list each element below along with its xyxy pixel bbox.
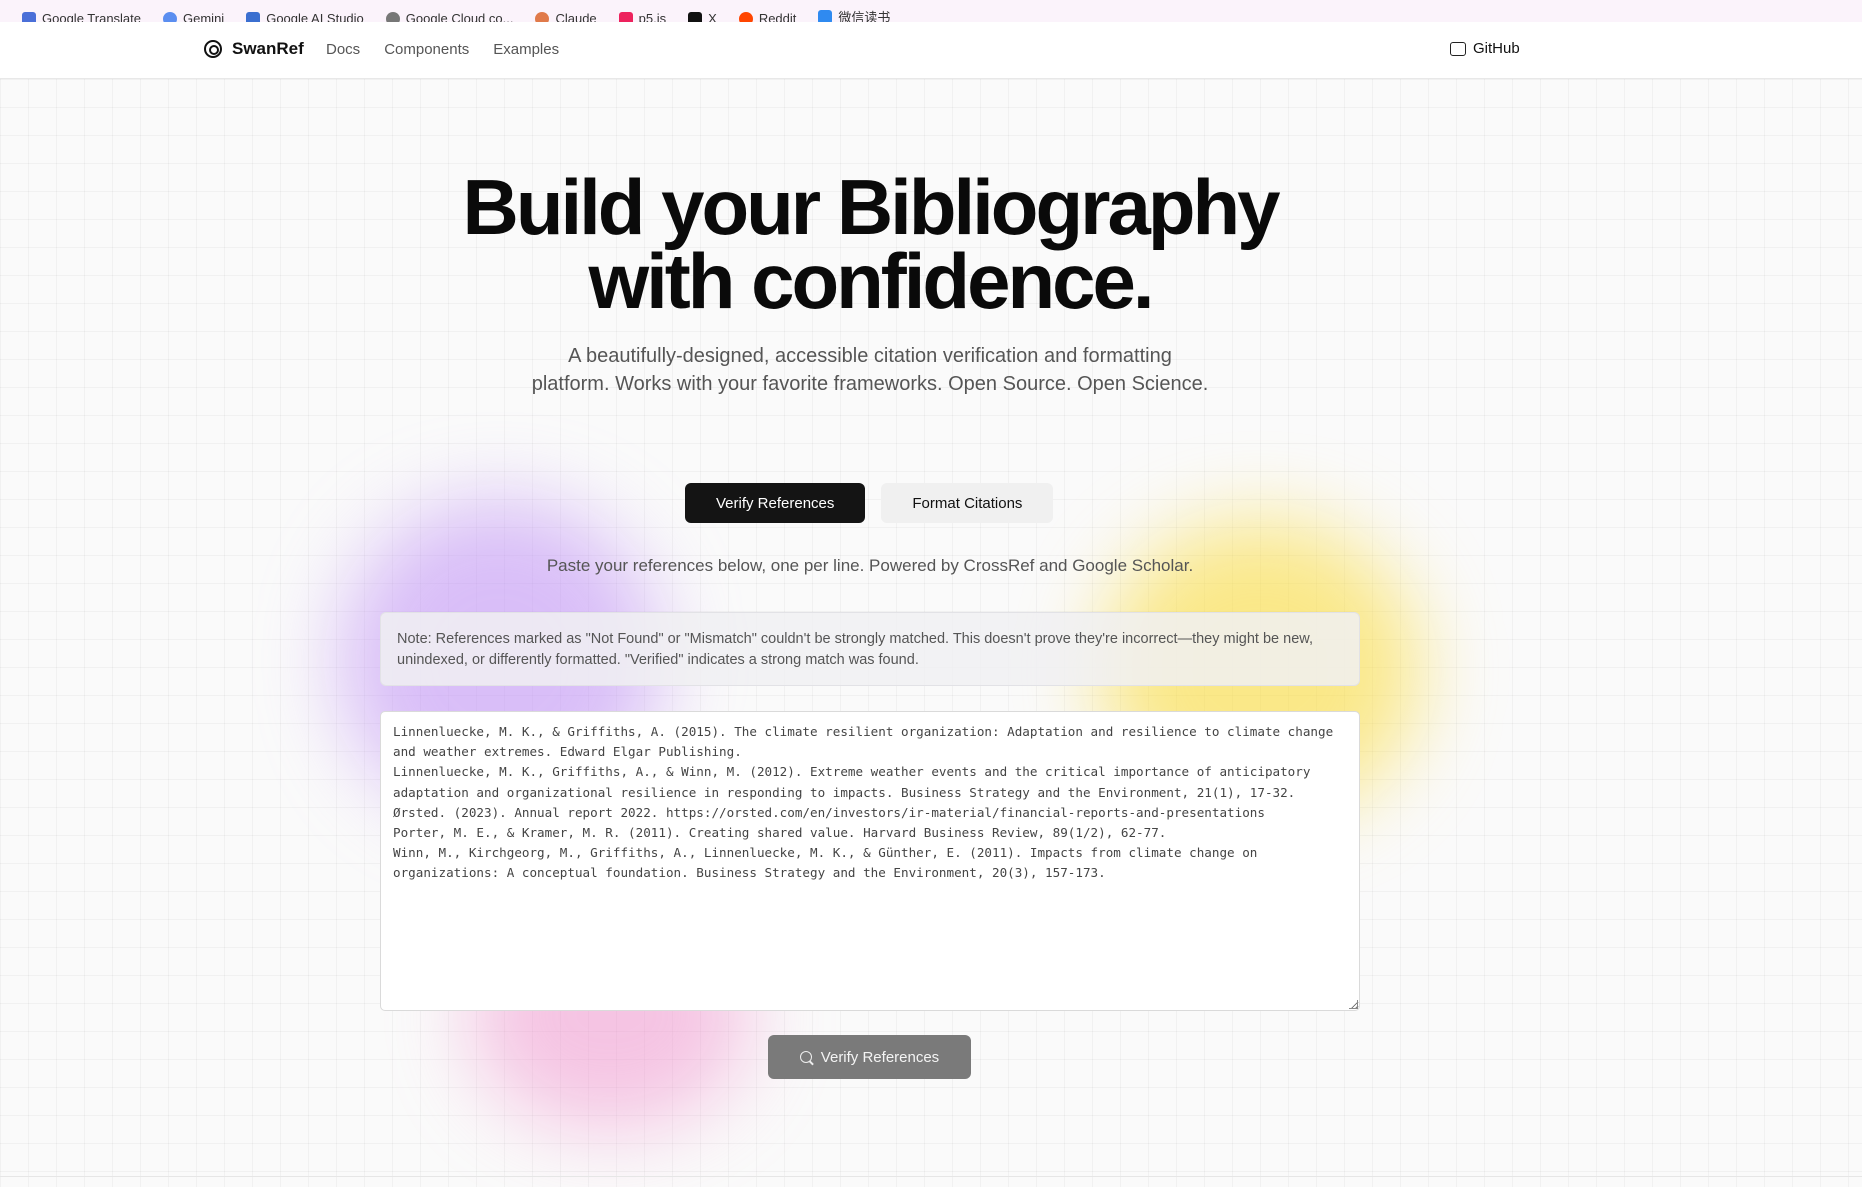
hero-title-line-2: with confidence. [588, 237, 1154, 325]
helper-text: Paste your references below, one per lin… [546, 556, 1194, 575]
brand-name: SwanRef [232, 39, 304, 58]
references-input[interactable] [380, 711, 1360, 1011]
swan-logo-icon [204, 40, 222, 58]
hero-title-line-1: Build your Bibliography [462, 163, 1280, 251]
verify-button-label: Verify References [820, 1048, 940, 1066]
verify-references-button[interactable]: Verify References [768, 1035, 971, 1079]
github-label: GitHub [1473, 40, 1520, 57]
search-icon [799, 1051, 812, 1063]
tab-verify-references[interactable]: Verify References [685, 483, 866, 523]
bookmark-label: 微信读书 [838, 10, 891, 23]
nav-link-docs[interactable]: Docs [326, 41, 360, 58]
brand-link[interactable]: SwanRef [204, 39, 304, 59]
bookmark-weread[interactable]: 微信读书 [818, 7, 891, 23]
mode-tabs: Verify References Format Citations [685, 483, 1054, 523]
message-square-icon [1450, 41, 1466, 56]
nav-links: Docs Components Examples [326, 41, 559, 58]
nav-link-examples[interactable]: Examples [493, 41, 559, 58]
tab-format-citations[interactable]: Format Citations [881, 483, 1054, 523]
weread-icon [818, 9, 833, 22]
footer-divider [0, 1176, 1862, 1177]
resize-handle-icon[interactable] [1349, 1000, 1358, 1009]
hero-subtitle: A beautifully-designed, accessible citat… [531, 345, 1209, 395]
github-link[interactable]: GitHub [1450, 40, 1520, 57]
nav-link-components[interactable]: Components [384, 41, 469, 58]
bookmarks-bar: Google Translate Gemini Google AI Studio… [0, 0, 1862, 23]
verification-note: Note: References marked as "Not Found" o… [380, 612, 1360, 686]
hero-title: Build your Bibliography with confidence. [0, 163, 1740, 325]
top-navigation: SwanRef Docs Components Examples GitHub [0, 22, 1862, 79]
